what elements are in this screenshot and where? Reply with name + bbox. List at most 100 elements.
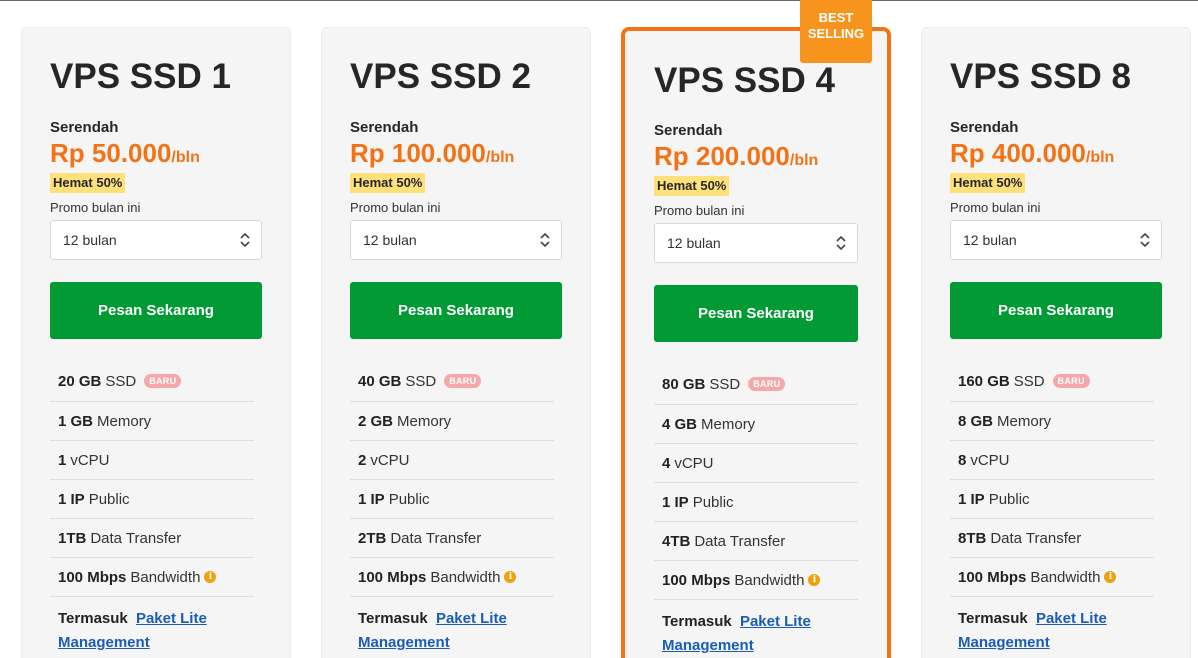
feature-list: 40 GB SSD BARU 2 GB Memory 2 vCPU 1 IP Public… <box>350 361 554 655</box>
feature-label: SSD <box>105 372 137 390</box>
info-icon[interactable]: i <box>504 571 517 583</box>
price-amount: Rp 50.000 <box>50 138 172 168</box>
feature-value: 1 GB <box>58 412 94 430</box>
feature-management: Termasuk Paket Lite Management <box>50 597 254 655</box>
feature-memory: 4 GB Memory <box>654 405 858 444</box>
new-badge: BARU <box>748 377 786 391</box>
feature-label: Public <box>88 490 130 508</box>
feature-value: 40 GB <box>358 372 402 390</box>
feature-list: 160 GB SSD BARU 8 GB Memory 8 vCPU 1 IP Publi… <box>950 361 1154 655</box>
info-icon[interactable]: i <box>1104 571 1117 583</box>
feature-value: 4TB <box>662 532 691 550</box>
feature-label: SSD <box>405 372 437 390</box>
feature-management: Termasuk Paket Lite Management <box>350 597 554 655</box>
feature-label: vCPU <box>674 454 714 472</box>
price-period: /bln <box>789 152 819 169</box>
feature-value: Termasuk <box>662 613 732 630</box>
feature-label: Data Transfer <box>694 532 786 550</box>
feature-transfer: 8TB Data Transfer <box>950 519 1154 558</box>
feature-storage: 20 GB SSD BARU <box>50 361 254 402</box>
feature-label: SSD <box>709 375 741 393</box>
feature-value: 100 Mbps <box>958 568 1027 586</box>
feature-list: 80 GB SSD BARU 4 GB Memory 4 vCPU 1 IP Public… <box>654 364 858 658</box>
billing-period-value: 12 bulan <box>963 232 1017 248</box>
order-now-button[interactable]: Pesan Sekarang <box>654 285 858 342</box>
feature-label: Memory <box>397 412 452 430</box>
feature-memory: 8 GB Memory <box>950 402 1154 441</box>
billing-period-value: 12 bulan <box>667 235 721 251</box>
info-icon[interactable]: i <box>808 574 821 586</box>
feature-value: 2TB <box>358 529 387 547</box>
feature-value: 80 GB <box>662 375 706 393</box>
feature-label: vCPU <box>370 451 410 469</box>
plan-price: Rp 100.000/bln <box>350 138 514 169</box>
plan-title: VPS SSD 1 <box>50 57 231 96</box>
price-from-label: Serendah <box>950 119 1019 136</box>
order-now-button[interactable]: Pesan Sekarang <box>350 282 562 339</box>
feature-label: vCPU <box>970 451 1010 469</box>
billing-period-select[interactable]: 12 bulan <box>50 220 262 260</box>
plan-price: Rp 50.000/bln <box>50 138 200 169</box>
billing-period-select[interactable]: 12 bulan <box>950 220 1162 260</box>
feature-value: Termasuk <box>58 610 128 627</box>
feature-value: 2 <box>358 451 367 469</box>
billing-period-select[interactable]: 12 bulan <box>350 220 562 260</box>
plan-title: VPS SSD 8 <box>950 57 1131 96</box>
new-badge: BARU <box>444 374 482 388</box>
feature-label: SSD <box>1013 372 1045 390</box>
feature-ip: 1 IP Public <box>950 480 1154 519</box>
feature-management: Termasuk Paket Lite Management <box>950 597 1154 655</box>
top-divider <box>0 0 1198 1</box>
feature-transfer: 2TB Data Transfer <box>350 519 554 558</box>
billing-period-value: 12 bulan <box>63 232 117 248</box>
new-badge: BARU <box>1052 374 1090 388</box>
price-amount: Rp 100.000 <box>350 138 486 168</box>
feature-value: 8TB <box>958 529 987 547</box>
feature-cpu: 2 vCPU <box>350 441 554 480</box>
feature-value: 4 GB <box>662 415 698 433</box>
plan-card-vps-ssd-4: BEST SELLING VPS SSD 4 Serendah Rp 200.0… <box>621 0 891 658</box>
feature-value: 8 <box>958 451 967 469</box>
feature-label: Data Transfer <box>390 529 482 547</box>
feature-list: 20 GB SSD BARU 1 GB Memory 1 vCPU 1 IP Public… <box>50 361 254 655</box>
feature-storage: 160 GB SSD BARU <box>950 361 1154 402</box>
plan-price: Rp 400.000/bln <box>950 138 1114 169</box>
feature-ip: 1 IP Public <box>654 483 858 522</box>
feature-label: Public <box>692 493 734 511</box>
chevron-up-down-icon <box>1140 232 1150 248</box>
feature-value: 1 IP <box>662 493 689 511</box>
price-from-label: Serendah <box>50 119 119 136</box>
feature-value: 2 GB <box>358 412 394 430</box>
feature-value: 100 Mbps <box>58 568 127 586</box>
feature-value: 160 GB <box>958 372 1010 390</box>
feature-value: 1 IP <box>958 490 985 508</box>
feature-label: Data Transfer <box>90 529 182 547</box>
discount-badge: Hemat 50% <box>950 173 1026 193</box>
feature-value: Termasuk <box>358 610 428 627</box>
feature-value: 100 Mbps <box>358 568 427 586</box>
feature-label: Bandwidth <box>430 568 501 586</box>
price-period: /bln <box>171 149 200 166</box>
new-badge: BARU <box>144 374 182 388</box>
price-amount: Rp 200.000 <box>654 141 790 171</box>
promo-label: Promo bulan ini <box>950 200 1041 215</box>
plan-card-vps-ssd-2: VPS SSD 2 Serendah Rp 100.000/bln Hemat … <box>321 27 591 658</box>
feature-memory: 2 GB Memory <box>350 402 554 441</box>
discount-badge: Hemat 50% <box>50 173 126 193</box>
chevron-up-down-icon <box>540 232 550 248</box>
order-now-button[interactable]: Pesan Sekarang <box>950 282 1162 339</box>
feature-ip: 1 IP Public <box>350 480 554 519</box>
billing-period-select[interactable]: 12 bulan <box>654 223 858 263</box>
feature-bandwidth: 100 Mbps Bandwidth i <box>654 561 858 600</box>
feature-label: Memory <box>701 415 756 433</box>
feature-bandwidth: 100 Mbps Bandwidth i <box>350 558 554 597</box>
info-icon[interactable]: i <box>204 571 217 583</box>
plan-card-vps-ssd-1: VPS SSD 1 Serendah Rp 50.000/bln Hemat 5… <box>21 27 291 658</box>
price-from-label: Serendah <box>654 122 723 139</box>
feature-label: Public <box>388 490 430 508</box>
chevron-up-down-icon <box>836 235 846 251</box>
order-now-button[interactable]: Pesan Sekarang <box>50 282 262 339</box>
billing-period-value: 12 bulan <box>363 232 417 248</box>
feature-storage: 80 GB SSD BARU <box>654 364 858 405</box>
feature-label: Memory <box>97 412 152 430</box>
